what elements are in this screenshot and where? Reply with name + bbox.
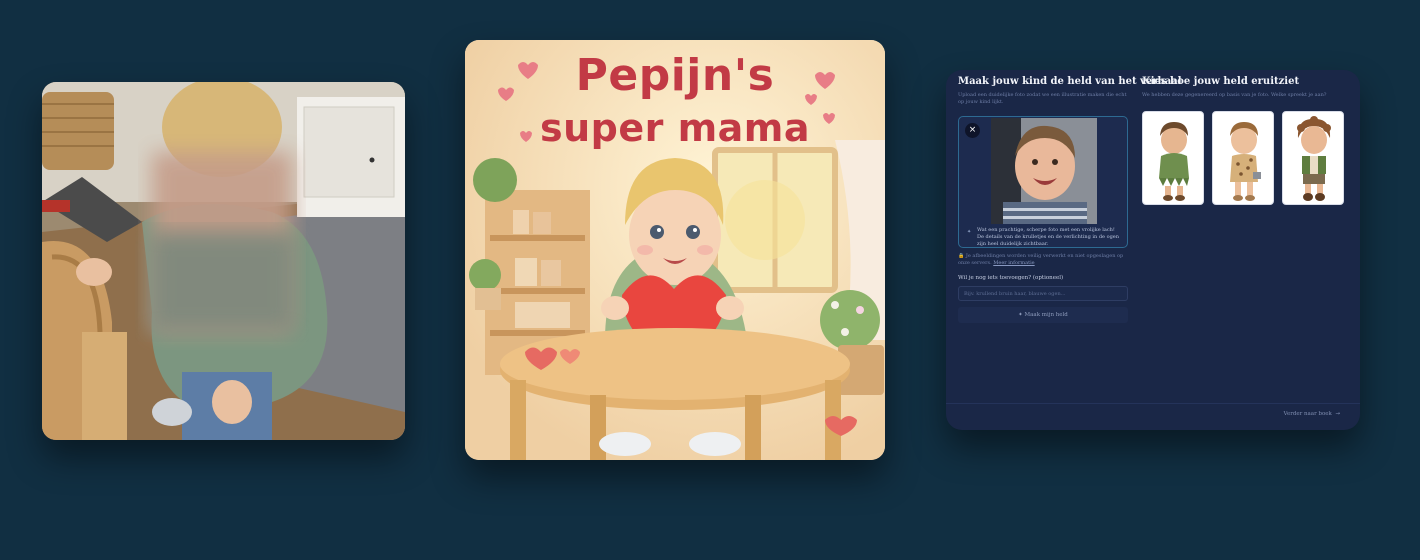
extra-input[interactable]: Bijv. krullend bruin haar, blauwe ogen..… (958, 286, 1128, 301)
arrow-right-icon: → (1333, 411, 1340, 417)
footer-divider (946, 403, 1360, 404)
close-icon: × (968, 125, 977, 135)
extra-input-placeholder: Bijv. krullend bruin haar, blauwe ogen..… (964, 291, 1066, 297)
cover-title-line2: super mama (539, 106, 811, 150)
hero-builder-panel: Maak jouw kind de held van het verhaal U… (946, 70, 1360, 430)
heroes-intro: We hebben deze gegenereerd op basis van … (1142, 92, 1327, 98)
hero-figure-green-vest (1297, 116, 1331, 201)
hero-option-3[interactable] (1282, 111, 1344, 205)
child-photo-illustration (42, 82, 405, 440)
hero-option-1[interactable] (1142, 111, 1204, 205)
hero-option-2[interactable] (1212, 111, 1274, 205)
make-hero-button[interactable]: ✦ Maak mijn held (958, 307, 1128, 323)
cover-title-line1: Pepijn's (575, 50, 775, 101)
next-button[interactable]: Verder naar boek → (1283, 411, 1340, 417)
lock-icon: 🔒 (958, 253, 965, 259)
make-hero-label: ✦ Maak mijn held (1018, 312, 1068, 318)
cover-illustration (465, 40, 885, 460)
privacy-link[interactable]: Meer informatie (993, 260, 1034, 266)
photo-feedback: Wat een prachtige, scherpe foto met een … (977, 227, 1119, 247)
privacy-note: 🔒 Je afbeeldingen worden veilig verwerkt… (958, 253, 1124, 266)
uploaded-photo (42, 82, 405, 440)
hero-figure-leopard-tunic (1230, 122, 1261, 201)
hero-figure-leaf-outfit (1159, 122, 1189, 201)
baby-photo-thumbnail (991, 118, 1097, 224)
upload-dropzone[interactable]: × ✦ Wat een prachtige, scherpe foto met … (958, 116, 1128, 248)
remove-photo-button[interactable]: × (965, 123, 980, 138)
sparkle-icon: ✦ (967, 229, 972, 235)
extra-label: Wil je nog iets toevoegen? (optioneel) (958, 275, 1064, 281)
form-intro: Upload een duidelijke foto zodat we een … (958, 92, 1127, 105)
heroes-heading: Kies hoe jouw held eruitziet (1142, 76, 1300, 87)
book-cover: Pepijn's super mama (465, 40, 885, 460)
photo-preview (991, 118, 1097, 224)
next-button-label: Verder naar boek (1283, 411, 1332, 417)
